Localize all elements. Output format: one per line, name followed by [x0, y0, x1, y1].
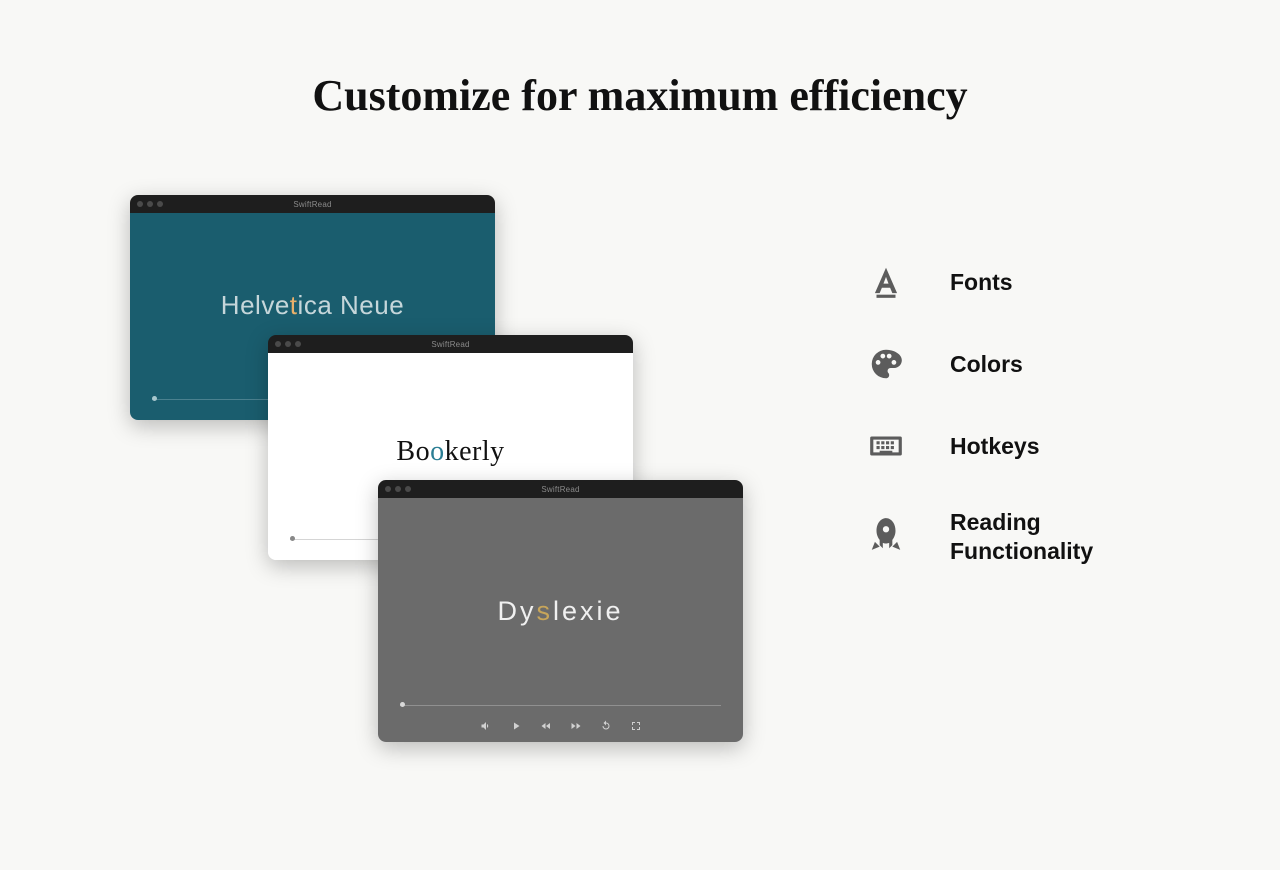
feature-hotkeys: Hotkeys	[866, 426, 1130, 466]
rewind-icon[interactable]	[540, 720, 552, 732]
feature-label: Reading Functionality	[950, 508, 1130, 566]
playback-controls	[378, 720, 743, 732]
forward-icon[interactable]	[570, 720, 582, 732]
fullscreen-icon[interactable]	[630, 720, 642, 732]
window-stack: SwiftRead Helvetica Neue SwiftRead Booke…	[130, 195, 770, 755]
feature-label: Colors	[950, 350, 1023, 379]
feature-list: Fonts Colors Hotkeys Reading Functionali…	[866, 262, 1130, 566]
rocket-icon	[866, 514, 906, 554]
font-sample: Helvetica Neue	[221, 290, 404, 321]
play-icon[interactable]	[510, 720, 522, 732]
app-title: SwiftRead	[130, 200, 495, 209]
app-window-dyslexie: SwiftRead Dyslexie	[378, 480, 743, 742]
font-sample: Dyslexie	[497, 596, 623, 627]
restart-icon[interactable]	[600, 720, 612, 732]
app-title: SwiftRead	[268, 340, 633, 349]
font-sample: Bookerly	[396, 436, 504, 468]
progress-knob-icon	[290, 536, 295, 541]
window-body: Dyslexie	[378, 498, 743, 742]
keyboard-icon	[866, 426, 906, 466]
feature-label: Fonts	[950, 268, 1013, 297]
progress-knob-icon	[152, 396, 157, 401]
feature-reading-functionality: Reading Functionality	[866, 508, 1130, 566]
app-title: SwiftRead	[378, 485, 743, 494]
titlebar: SwiftRead	[130, 195, 495, 213]
feature-fonts: Fonts	[866, 262, 1130, 302]
progress-knob-icon	[400, 702, 405, 707]
feature-colors: Colors	[866, 344, 1130, 384]
volume-icon[interactable]	[480, 720, 492, 732]
progress-bar	[400, 704, 721, 706]
titlebar: SwiftRead	[268, 335, 633, 353]
titlebar: SwiftRead	[378, 480, 743, 498]
palette-icon	[866, 344, 906, 384]
feature-label: Hotkeys	[950, 432, 1039, 461]
font-icon	[866, 262, 906, 302]
page-title: Customize for maximum efficiency	[0, 70, 1280, 121]
